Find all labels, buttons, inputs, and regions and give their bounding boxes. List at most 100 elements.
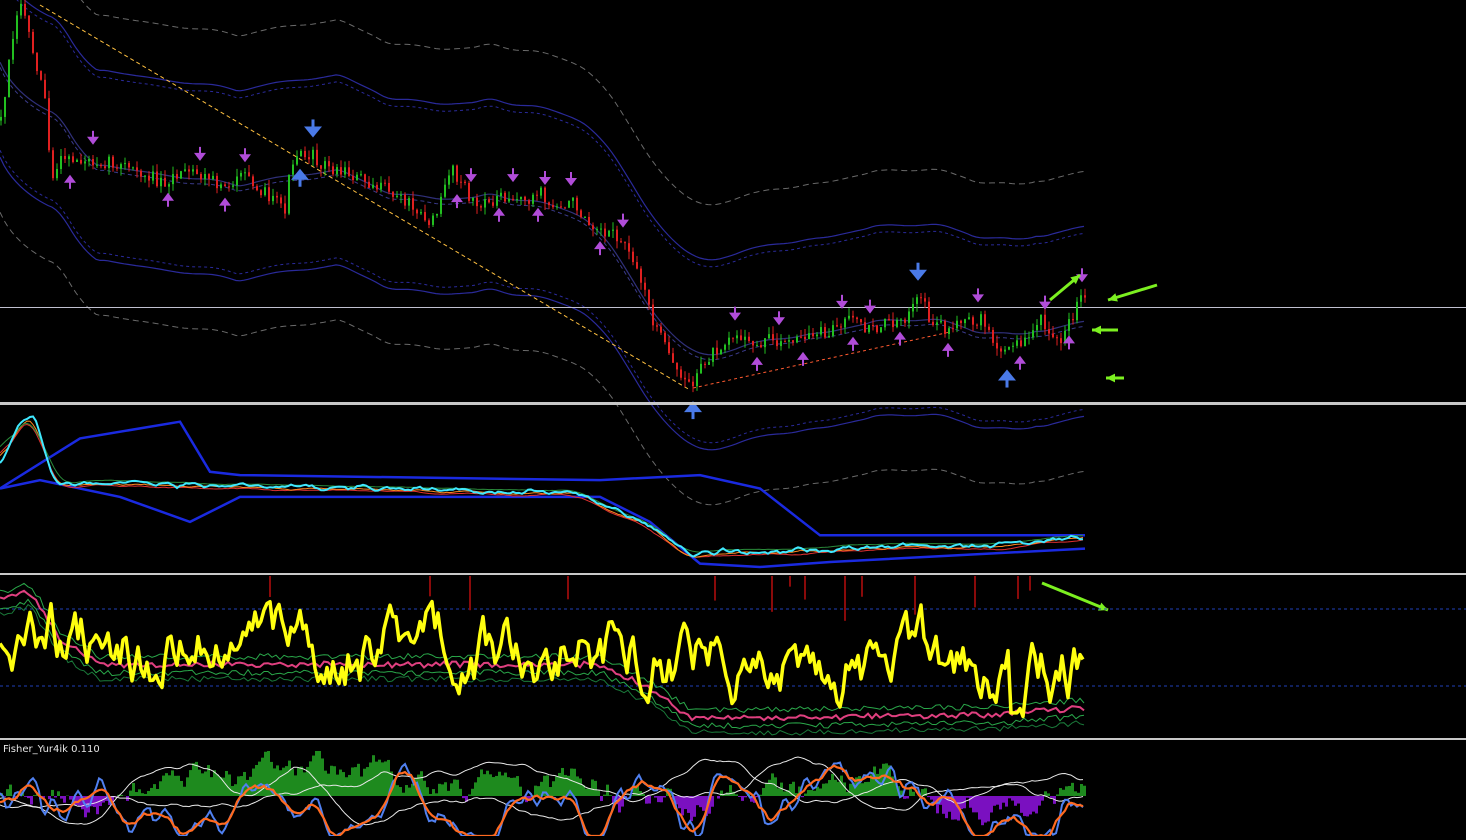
fisher-histogram-bar <box>378 760 381 796</box>
sell-arrow-small <box>239 148 251 162</box>
sell-arrow-small <box>565 172 577 186</box>
fisher-histogram-bar <box>516 776 519 796</box>
yellow-oscillator-pane <box>0 576 1466 735</box>
candle-body <box>472 198 474 201</box>
fisher-histogram-bar <box>279 770 282 796</box>
fisher-histogram-bar <box>600 796 603 801</box>
candle-body <box>580 210 582 217</box>
fisher-histogram-bar <box>177 776 180 796</box>
candle-body <box>344 167 346 174</box>
candle-body <box>352 176 354 180</box>
fisher-histogram-bar <box>816 787 819 796</box>
candle-body <box>28 16 30 32</box>
fisher-histogram-bar <box>288 761 291 796</box>
sell-arrow-big <box>304 119 322 137</box>
candle-body <box>408 198 410 205</box>
candle-body <box>1044 315 1046 329</box>
candle-body <box>148 176 150 181</box>
fisher-histogram-bar <box>813 791 816 796</box>
oscillator-band-upper <box>0 422 1085 536</box>
fisher-histogram-bar <box>30 796 33 804</box>
candle-body <box>640 269 642 283</box>
candle-body <box>156 171 158 186</box>
candle-body <box>988 327 990 330</box>
fisher-histogram-bar <box>132 783 135 796</box>
fisher-histogram-bar <box>1062 790 1065 796</box>
candle-body <box>312 150 314 159</box>
candle-body <box>232 185 234 186</box>
candle-body <box>1080 295 1082 301</box>
fisher-histogram-bar <box>975 796 978 812</box>
pane-separator <box>0 402 1466 405</box>
candle-body <box>4 97 6 117</box>
buy-arrow-small <box>942 343 954 357</box>
fisher-histogram-bar <box>384 761 387 796</box>
fisher-histogram-bar <box>1005 796 1008 807</box>
candle-body <box>680 369 682 377</box>
candle-body <box>692 382 694 387</box>
candle-body <box>880 327 882 332</box>
candle-body <box>836 325 838 326</box>
candle-body <box>384 183 386 184</box>
fisher-histogram-bar <box>762 788 765 796</box>
candle-body <box>224 184 226 186</box>
fisher-histogram-bar <box>804 794 807 796</box>
candle-body <box>556 206 558 207</box>
candle-body <box>732 338 734 339</box>
fisher-histogram-bar <box>486 771 489 796</box>
candle-body <box>672 353 674 363</box>
buy-arrow-small <box>894 332 906 346</box>
candle-body <box>716 348 718 355</box>
fisher-histogram-bar <box>1002 796 1005 803</box>
fisher-histogram-bar <box>648 796 651 803</box>
candle-body <box>136 167 138 170</box>
fisher-histogram-bar <box>201 773 204 796</box>
candle-body <box>648 290 650 305</box>
fisher-histogram-bar <box>783 791 786 796</box>
candle-body <box>320 165 322 169</box>
sell-arrow-small <box>465 168 477 182</box>
fisher-histogram-bar <box>603 795 606 796</box>
candle-body <box>876 325 878 332</box>
fisher-histogram-bar <box>906 796 909 798</box>
candle-body <box>324 161 326 169</box>
candle-body <box>712 348 714 362</box>
fisher-histogram-bar <box>294 775 297 796</box>
candle-body <box>1004 350 1006 352</box>
candle-body <box>172 174 174 184</box>
candle-body <box>364 174 366 182</box>
candle-body <box>616 230 618 242</box>
candle-body <box>132 167 134 168</box>
candle-body <box>760 345 762 347</box>
fisher-histogram-bar <box>498 772 501 796</box>
pane-separator <box>0 573 1466 575</box>
candle-body <box>940 321 942 323</box>
fisher-histogram-bar <box>495 776 498 796</box>
fisher-histogram-bar <box>69 796 72 800</box>
candle-body <box>128 163 130 167</box>
candle-body <box>652 305 654 326</box>
candle-body <box>108 157 110 168</box>
chart-canvas <box>0 0 1466 836</box>
fisher-histogram-bar <box>660 796 663 802</box>
fisher-histogram-bar <box>792 782 795 796</box>
candle-body <box>952 328 954 329</box>
candle-body <box>852 316 854 318</box>
fisher-histogram-bar <box>483 774 486 796</box>
buy-arrow-small <box>64 175 76 189</box>
candle-body <box>212 176 214 179</box>
fisher-histogram-bar <box>282 768 285 796</box>
fisher-histogram-bar <box>477 777 480 796</box>
fisher-histogram-bar <box>729 785 732 796</box>
candle-body <box>752 341 754 345</box>
candle-body <box>960 321 962 323</box>
candle-body <box>608 231 610 237</box>
candle-body <box>996 343 998 349</box>
candle-body <box>16 15 18 39</box>
fisher-histogram-bar <box>1074 791 1077 796</box>
candle-body <box>332 166 334 174</box>
fisher-histogram-bar <box>825 783 828 796</box>
fisher-histogram-bar <box>375 762 378 796</box>
fisher-histogram-bar <box>330 766 333 796</box>
fisher-histogram-bar <box>711 796 714 807</box>
